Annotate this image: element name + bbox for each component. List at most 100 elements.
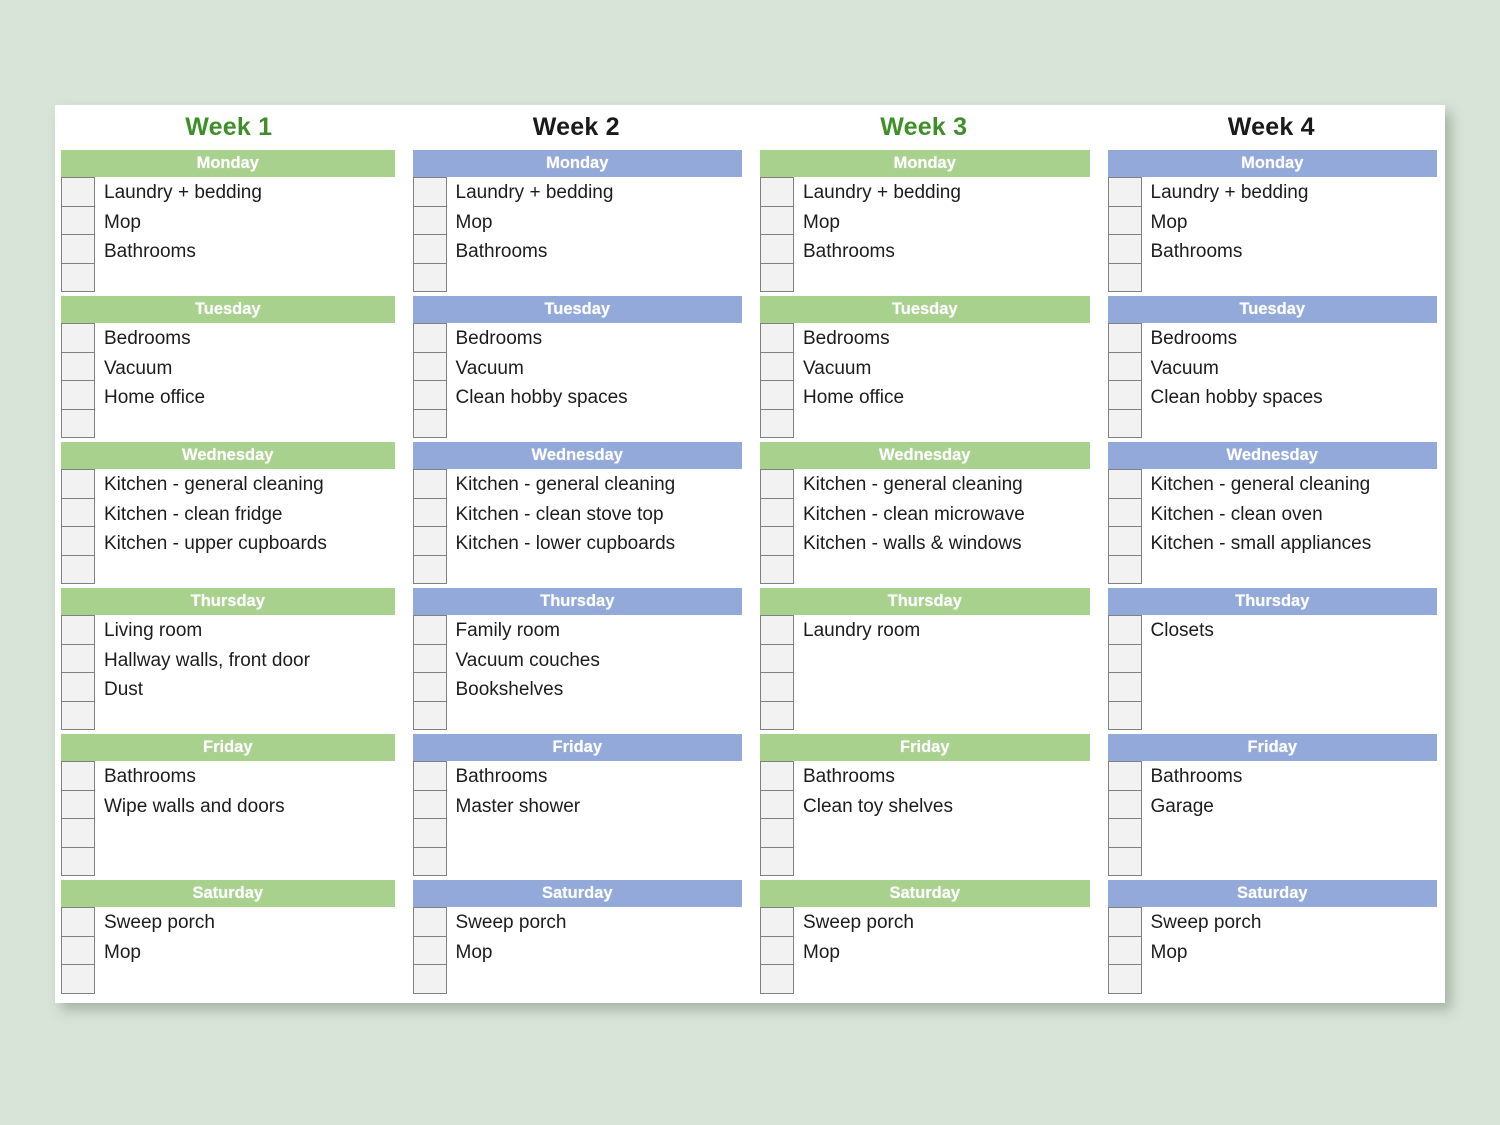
task-checkbox[interactable] <box>61 262 95 292</box>
task-item[interactable] <box>803 646 1098 676</box>
task-checkbox[interactable] <box>1107 935 1142 965</box>
task-item[interactable] <box>1151 413 1446 443</box>
task-checkbox[interactable] <box>412 526 447 556</box>
task-item[interactable]: Vacuum <box>104 354 403 384</box>
task-item[interactable]: Home office <box>803 383 1098 413</box>
task-item[interactable] <box>1151 267 1446 297</box>
task-checkbox[interactable] <box>760 643 794 673</box>
task-checkbox[interactable] <box>412 554 447 584</box>
task-checkbox[interactable] <box>760 234 794 264</box>
task-checkbox[interactable] <box>61 380 95 410</box>
task-checkbox[interactable] <box>412 351 447 381</box>
task-checkbox[interactable] <box>412 234 447 264</box>
task-item[interactable]: Sweep porch <box>456 908 751 938</box>
task-item[interactable]: Kitchen - clean oven <box>1151 500 1446 530</box>
task-checkbox[interactable] <box>760 526 794 556</box>
task-item[interactable] <box>803 705 1098 735</box>
task-item[interactable] <box>803 967 1098 997</box>
task-item[interactable] <box>1151 821 1446 851</box>
task-item[interactable] <box>104 967 403 997</box>
task-item[interactable]: Mop <box>1151 938 1446 968</box>
task-checkbox[interactable] <box>1107 205 1142 235</box>
task-checkbox[interactable] <box>61 234 95 264</box>
task-checkbox[interactable] <box>1107 907 1142 937</box>
task-checkbox[interactable] <box>61 818 95 848</box>
task-checkbox[interactable] <box>760 177 794 207</box>
task-item[interactable]: Kitchen - upper cupboards <box>104 529 403 559</box>
task-item[interactable]: Kitchen - clean stove top <box>456 500 751 530</box>
task-checkbox[interactable] <box>1107 234 1142 264</box>
task-item[interactable]: Laundry + bedding <box>104 178 403 208</box>
task-checkbox[interactable] <box>760 907 794 937</box>
task-checkbox[interactable] <box>1107 177 1142 207</box>
task-item[interactable]: Bathrooms <box>456 237 751 267</box>
task-item[interactable] <box>803 267 1098 297</box>
task-item[interactable]: Bathrooms <box>1151 237 1446 267</box>
task-item[interactable]: Bathrooms <box>803 762 1098 792</box>
task-checkbox[interactable] <box>61 935 95 965</box>
task-item[interactable]: Sweep porch <box>803 908 1098 938</box>
task-checkbox[interactable] <box>1107 262 1142 292</box>
task-checkbox[interactable] <box>412 846 447 876</box>
task-checkbox[interactable] <box>412 700 447 730</box>
task-checkbox[interactable] <box>412 615 447 645</box>
task-item[interactable] <box>104 267 403 297</box>
task-item[interactable]: Clean hobby spaces <box>456 383 751 413</box>
task-item[interactable]: Wipe walls and doors <box>104 792 403 822</box>
task-item[interactable] <box>803 413 1098 443</box>
task-item[interactable] <box>456 967 751 997</box>
task-checkbox[interactable] <box>61 205 95 235</box>
task-item[interactable]: Kitchen - walls & windows <box>803 529 1098 559</box>
task-checkbox[interactable] <box>760 846 794 876</box>
task-checkbox[interactable] <box>1107 497 1142 527</box>
task-checkbox[interactable] <box>61 554 95 584</box>
task-checkbox[interactable] <box>1107 323 1142 353</box>
task-checkbox[interactable] <box>61 351 95 381</box>
task-checkbox[interactable] <box>760 351 794 381</box>
task-item[interactable]: Kitchen - lower cupboards <box>456 529 751 559</box>
task-checkbox[interactable] <box>760 615 794 645</box>
task-item[interactable]: Bedrooms <box>1151 324 1446 354</box>
task-checkbox[interactable] <box>760 323 794 353</box>
task-checkbox[interactable] <box>1107 761 1142 791</box>
task-checkbox[interactable] <box>61 497 95 527</box>
task-checkbox[interactable] <box>1107 964 1142 994</box>
task-item[interactable] <box>1151 675 1446 705</box>
task-checkbox[interactable] <box>760 262 794 292</box>
task-item[interactable]: Closets <box>1151 616 1446 646</box>
task-item[interactable]: Living room <box>104 616 403 646</box>
task-item[interactable]: Kitchen - general cleaning <box>803 470 1098 500</box>
task-item[interactable]: Laundry + bedding <box>803 178 1098 208</box>
task-item[interactable]: Kitchen - small appliances <box>1151 529 1446 559</box>
task-item[interactable] <box>456 559 751 589</box>
task-checkbox[interactable] <box>61 643 95 673</box>
task-checkbox[interactable] <box>1107 380 1142 410</box>
task-item[interactable]: Vacuum <box>456 354 751 384</box>
task-item[interactable]: Bathrooms <box>104 762 403 792</box>
task-item[interactable] <box>456 413 751 443</box>
task-checkbox[interactable] <box>412 177 447 207</box>
task-checkbox[interactable] <box>760 469 794 499</box>
task-item[interactable] <box>456 851 751 881</box>
task-checkbox[interactable] <box>412 789 447 819</box>
task-checkbox[interactable] <box>1107 818 1142 848</box>
task-item[interactable]: Mop <box>1151 208 1446 238</box>
task-item[interactable]: Laundry + bedding <box>456 178 751 208</box>
task-checkbox[interactable] <box>1107 846 1142 876</box>
task-checkbox[interactable] <box>61 615 95 645</box>
task-item[interactable]: Kitchen - general cleaning <box>104 470 403 500</box>
task-item[interactable]: Mop <box>803 208 1098 238</box>
task-item[interactable]: Vacuum <box>1151 354 1446 384</box>
task-checkbox[interactable] <box>61 700 95 730</box>
task-item[interactable]: Mop <box>803 938 1098 968</box>
task-item[interactable]: Clean hobby spaces <box>1151 383 1446 413</box>
task-item[interactable]: Bathrooms <box>803 237 1098 267</box>
task-item[interactable]: Vacuum <box>803 354 1098 384</box>
task-item[interactable] <box>104 821 403 851</box>
task-checkbox[interactable] <box>61 846 95 876</box>
task-checkbox[interactable] <box>1107 643 1142 673</box>
task-checkbox[interactable] <box>412 672 447 702</box>
task-checkbox[interactable] <box>760 789 794 819</box>
task-item[interactable]: Bathrooms <box>1151 762 1446 792</box>
task-item[interactable] <box>104 851 403 881</box>
